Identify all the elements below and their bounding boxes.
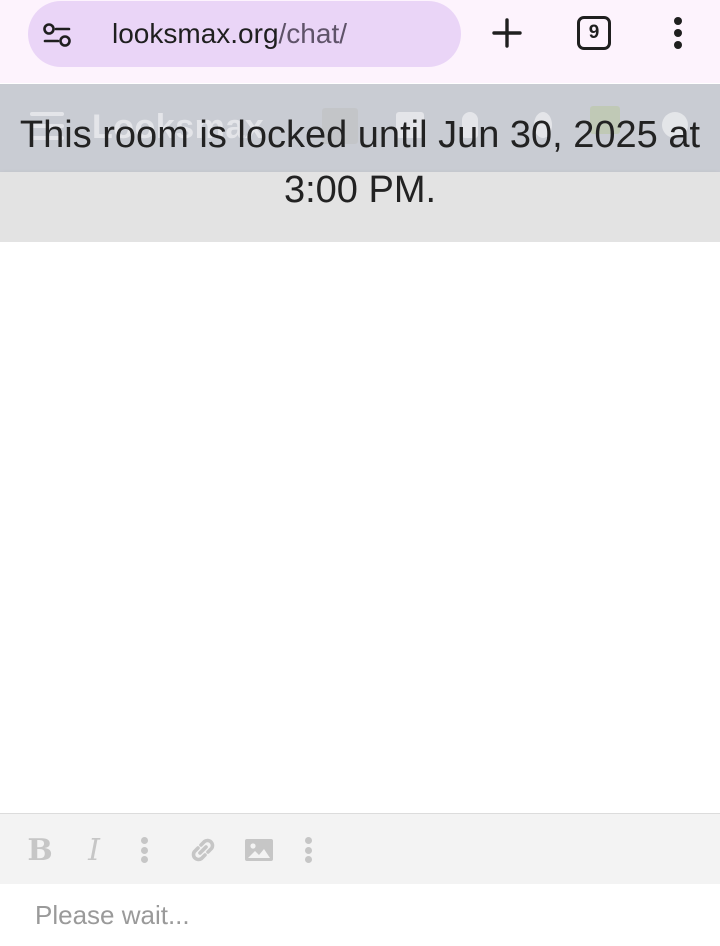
more-options-icon <box>304 837 312 844</box>
italic-icon: I <box>88 832 100 868</box>
more-formatting-button[interactable] <box>138 834 150 866</box>
url-path: /chat/ <box>278 18 347 49</box>
insert-image-button[interactable] <box>243 834 275 866</box>
browser-toolbar: looksmax.org/chat/ 9 <box>0 0 720 83</box>
address-bar[interactable]: looksmax.org/chat/ <box>28 1 461 67</box>
bold-icon: B <box>27 832 53 868</box>
tune-icon[interactable] <box>42 22 72 48</box>
more-vert-icon <box>674 17 682 25</box>
image-icon <box>245 839 273 861</box>
url-text[interactable]: looksmax.org/chat/ <box>112 17 347 51</box>
plus-icon <box>492 18 522 48</box>
url-domain: looksmax.org <box>112 18 279 49</box>
link-icon <box>191 838 215 862</box>
more-insert-button[interactable] <box>302 834 314 866</box>
tab-count: 9 <box>588 22 600 43</box>
italic-button[interactable]: I <box>82 832 106 868</box>
tab-switcher-button[interactable]: 9 <box>577 16 611 50</box>
new-tab-button[interactable] <box>486 12 528 54</box>
message-input[interactable] <box>0 884 720 946</box>
bold-button[interactable]: B <box>26 832 54 868</box>
insert-link-button[interactable] <box>186 834 220 866</box>
room-locked-message: This room is locked until Jun 30, 2025 a… <box>19 114 701 211</box>
editor-toolbar: B I <box>0 813 720 884</box>
browser-menu-button[interactable] <box>664 12 692 54</box>
more-options-icon <box>140 837 148 844</box>
message-composer <box>0 884 720 946</box>
chat-messages-area <box>0 242 720 813</box>
